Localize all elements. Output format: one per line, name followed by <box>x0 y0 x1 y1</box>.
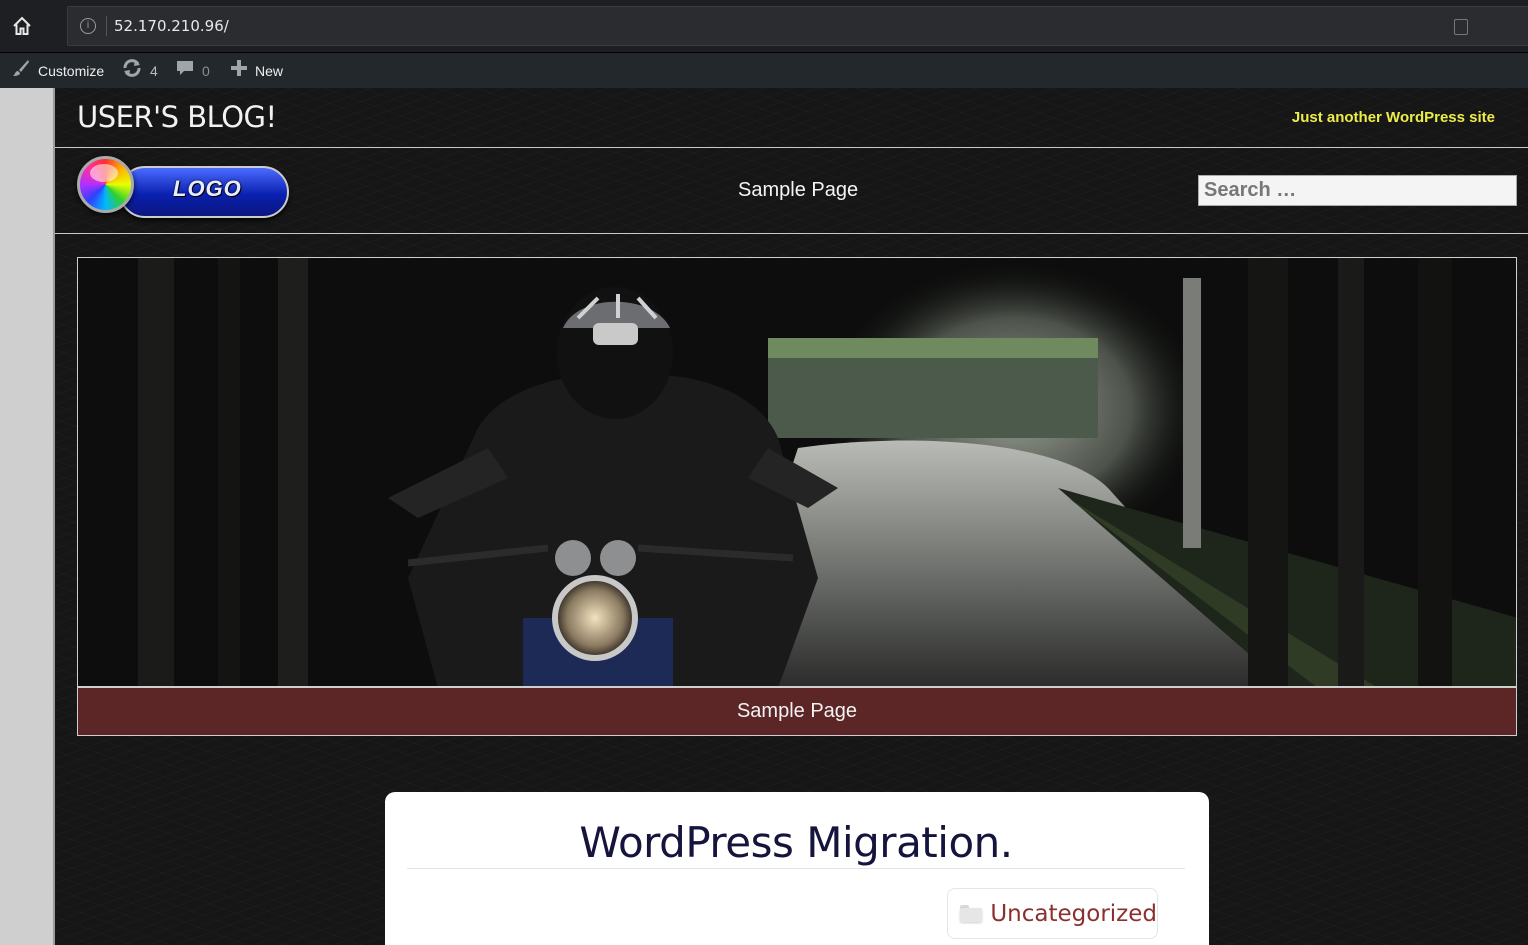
home-icon[interactable] <box>8 12 36 40</box>
main-navigation: LOGO Sample Page <box>55 148 1528 234</box>
browser-toolbar: i 52.170.210.96/ <box>0 0 1528 53</box>
customize-button[interactable]: Customize <box>12 53 104 88</box>
paintbrush-icon <box>12 59 30 82</box>
url-text[interactable]: 52.170.210.96/ <box>114 17 229 35</box>
site-tagline: Just another WordPress site <box>1291 109 1495 126</box>
refresh-icon <box>122 59 142 82</box>
search-input[interactable] <box>1198 175 1517 206</box>
left-gutter <box>0 88 55 945</box>
logo-ball <box>77 156 134 213</box>
motorcycle-rider-photo <box>78 258 1516 686</box>
post-title[interactable]: WordPress Migration. <box>407 818 1185 867</box>
updates-button[interactable]: 4 <box>122 53 158 88</box>
wp-admin-bar: Customize 4 0 New <box>0 53 1528 88</box>
reader-mode-icon[interactable] <box>1454 19 1468 35</box>
new-content-button[interactable]: New <box>231 53 283 88</box>
post-card: WordPress Migration. Uncategorized <box>385 792 1209 945</box>
site-title[interactable]: USER'S BLOG! <box>77 100 277 134</box>
new-label: New <box>255 62 284 79</box>
updates-count: 4 <box>150 62 158 79</box>
comment-icon <box>176 59 194 82</box>
customize-label: Customize <box>38 62 105 79</box>
nav-item-sample-page[interactable]: Sample Page <box>738 179 858 202</box>
site-logo[interactable]: LOGO <box>77 156 292 218</box>
category-tag[interactable]: Uncategorized <box>947 888 1158 939</box>
folder-icon <box>960 905 983 922</box>
address-bar[interactable]: i 52.170.210.96/ <box>67 6 1528 46</box>
info-icon[interactable]: i <box>80 18 96 34</box>
category-label[interactable]: Uncategorized <box>990 901 1157 927</box>
comments-count: 0 <box>202 62 210 79</box>
logo-text: LOGO <box>173 176 242 201</box>
comments-button[interactable]: 0 <box>176 53 210 88</box>
hero-image <box>77 257 1517 687</box>
hero-caption[interactable]: Sample Page <box>77 687 1517 736</box>
site-header: USER'S BLOG! Just another WordPress site <box>55 88 1528 148</box>
url-separator <box>106 16 107 36</box>
post-divider <box>407 868 1185 869</box>
plus-icon <box>231 60 247 81</box>
site-page: USER'S BLOG! Just another WordPress site… <box>55 88 1528 945</box>
